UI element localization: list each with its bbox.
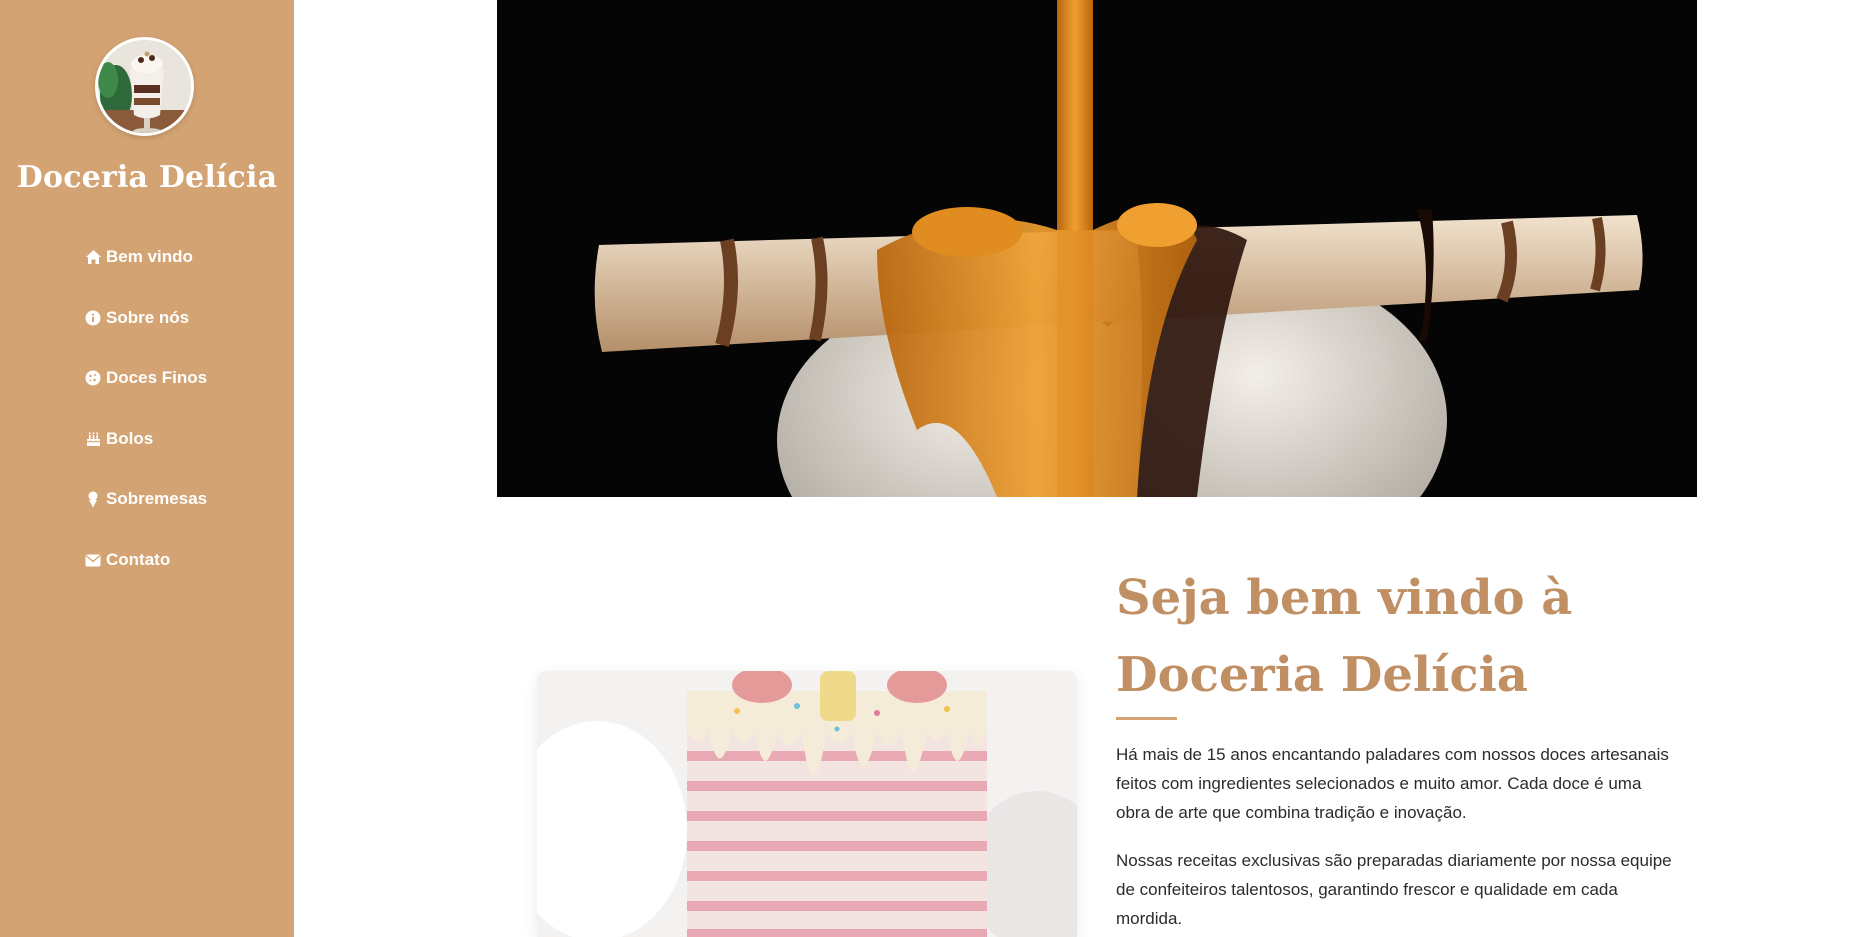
sidebar-item-label: Sobremesas xyxy=(106,489,208,508)
cookie-icon xyxy=(84,369,102,387)
home-icon xyxy=(84,248,102,266)
welcome-heading-line1: Seja bem vindo à xyxy=(1116,570,1573,626)
sidebar-item-sobremesas[interactable]: Sobremesas xyxy=(84,484,207,514)
welcome-heading: Seja bem vindo à Doceria Delícia xyxy=(1116,560,1676,714)
cake-icon xyxy=(84,430,102,448)
welcome-heading-line2: Doceria Delícia xyxy=(1116,647,1528,703)
sidebar-item-label: Bolos xyxy=(106,429,154,448)
welcome-paragraph-1: Há mais de 15 anos encantando paladares … xyxy=(1116,745,1669,822)
sidebar-item-label: Bem vindo xyxy=(106,247,193,266)
dessert-logo-image xyxy=(98,40,191,133)
heading-divider xyxy=(1116,717,1177,720)
sidebar-item-bem-vindo[interactable]: Bem vindo xyxy=(84,242,193,272)
info-icon xyxy=(84,309,102,327)
envelope-icon xyxy=(84,551,102,569)
welcome-paragraph-2: Nossas receitas exclusivas são preparada… xyxy=(1116,851,1672,928)
cake-image xyxy=(537,671,1077,937)
sidebar-item-label: Contato xyxy=(106,550,171,569)
hero-dessert-illustration xyxy=(497,0,1697,497)
sidebar-item-label: Doces Finos xyxy=(106,368,208,387)
sidebar-item-label: Sobre nós xyxy=(106,308,190,327)
sidebar: Doceria Delícia Bem vindo Sobre nós Doce… xyxy=(0,0,294,937)
drip-cake-illustration xyxy=(537,671,1077,937)
sidebar-item-bolos[interactable]: Bolos xyxy=(84,424,153,454)
hero-image xyxy=(497,0,1697,497)
logo-avatar[interactable] xyxy=(95,37,194,136)
sidebar-item-sobre-nos[interactable]: Sobre nós xyxy=(84,303,189,333)
ice-cream-icon xyxy=(84,490,102,508)
sidebar-item-contato[interactable]: Contato xyxy=(84,545,170,575)
sidebar-item-doces-finos[interactable]: Doces Finos xyxy=(84,363,207,393)
brand-name: Doceria Delícia xyxy=(16,160,278,195)
